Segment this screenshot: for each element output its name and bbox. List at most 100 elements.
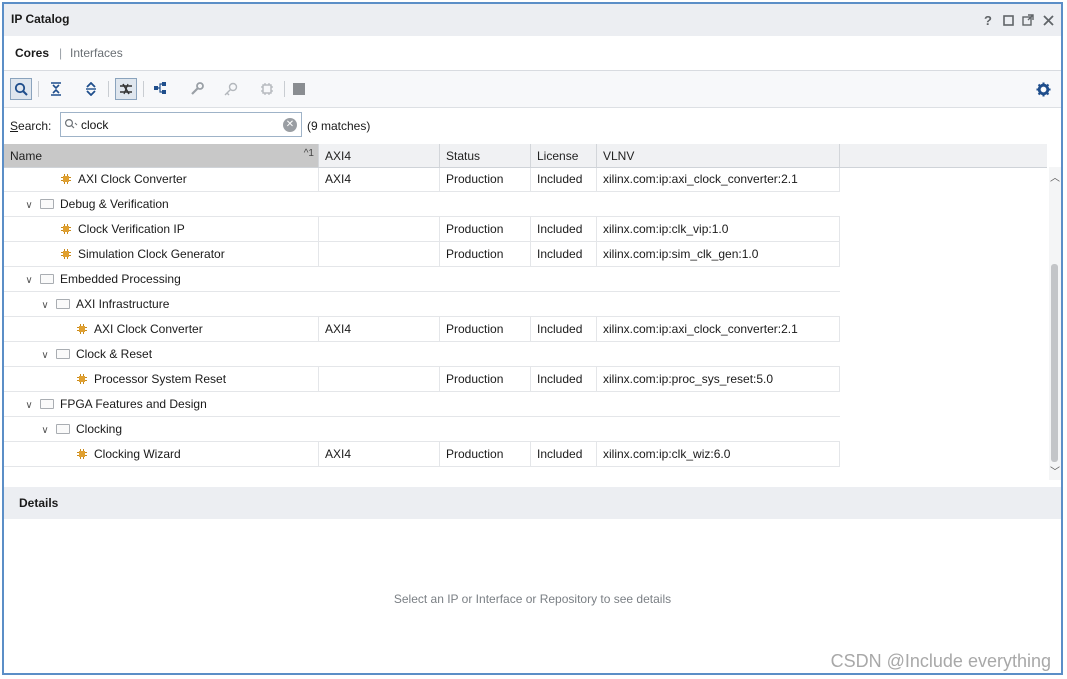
chevron-down-icon[interactable]: ∨ — [22, 193, 36, 216]
category-row[interactable]: ∨ Clock & Reset — [4, 341, 840, 367]
license-cell: Included — [531, 166, 597, 191]
search-row: Search: ✕ (9 matches) — [4, 108, 1061, 144]
vertical-scrollbar[interactable]: ︿ ﹀ — [1049, 167, 1061, 480]
name-cell: ∨ Embedded Processing — [4, 266, 840, 291]
name-cell: Simulation Clock Generator — [4, 241, 319, 266]
ip-name: AXI Clock Converter — [94, 322, 203, 336]
folder-icon — [56, 349, 70, 359]
interface-cell: AXI4 — [319, 316, 440, 341]
status-cell: Production — [440, 241, 531, 266]
restore-icon[interactable] — [1001, 13, 1015, 27]
filter-icon[interactable] — [115, 78, 137, 100]
scroll-up-icon[interactable]: ︿ — [1050, 169, 1060, 184]
customize-icon[interactable] — [186, 78, 208, 100]
category-label: Debug & Verification — [60, 197, 169, 211]
watermark: CSDN @Include everything — [830, 651, 1051, 671]
column-header-interface[interactable]: AXI4 — [319, 144, 440, 167]
table-row[interactable]: Clock Verification IP Production Included x… — [4, 216, 840, 242]
tab-separator: | — [59, 46, 63, 60]
license-cell: Included — [531, 316, 597, 341]
vlnv-cell: xilinx.com:ip:axi_clock_converter:2.1 — [597, 166, 840, 191]
search-input[interactable] — [81, 116, 276, 133]
search-box[interactable]: ✕ — [60, 112, 302, 137]
help-icon[interactable]: ? — [981, 13, 995, 28]
table-row[interactable]: Simulation Clock Generator Production Incl… — [4, 241, 840, 267]
license-cell: Included — [531, 366, 597, 391]
ip-name: Processor System Reset — [94, 372, 227, 386]
category-row[interactable]: ∨ AXI Infrastructure — [4, 291, 840, 317]
category-label: AXI Infrastructure — [76, 297, 170, 311]
license-cell: Included — [531, 441, 597, 466]
category-row[interactable]: ∨ Debug & Verification — [4, 191, 840, 217]
table-row[interactable]: Processor System Reset Production Included… — [4, 366, 840, 392]
category-label: Clock & Reset — [76, 347, 153, 361]
folder-icon — [40, 399, 54, 409]
search-label: Search: — [10, 119, 52, 133]
clear-search-icon[interactable]: ✕ — [283, 118, 297, 132]
ip-name: Clock Verification IP — [78, 222, 185, 236]
ip-core-icon — [61, 249, 71, 259]
status-cell: Production — [440, 366, 531, 391]
ip-table: AXI Clock Converter AXI4 Production Include… — [4, 144, 1047, 480]
settings-gear-icon[interactable] — [1032, 78, 1054, 100]
interface-cell — [319, 216, 440, 241]
folder-icon — [40, 274, 54, 284]
table-row[interactable]: AXI Clock Converter AXI4 Production Include… — [4, 316, 840, 342]
tab-interfaces[interactable]: Interfaces — [70, 46, 123, 60]
license-cell: Included — [531, 216, 597, 241]
stop-icon[interactable] — [288, 78, 310, 100]
table-row[interactable]: AXI Clock Converter AXI4 Production Include… — [4, 166, 840, 192]
toolbar-divider — [143, 81, 144, 97]
column-header-vlnv[interactable]: VLNV — [597, 144, 840, 167]
license-cell: Included — [531, 241, 597, 266]
category-row[interactable]: ∨ Embedded Processing — [4, 266, 840, 292]
table-row[interactable]: Clocking Wizard AXI4 Production Included xil… — [4, 441, 840, 467]
tab-cores[interactable]: Cores — [15, 46, 49, 60]
sort-indicator: ^1 — [303, 148, 314, 159]
chevron-down-icon[interactable]: ∨ — [38, 343, 52, 366]
status-cell: Production — [440, 316, 531, 341]
interface-cell — [319, 241, 440, 266]
chevron-down-icon[interactable]: ∨ — [22, 393, 36, 416]
toolbar-divider — [38, 81, 39, 97]
category-row[interactable]: ∨ FPGA Features and Design — [4, 391, 840, 417]
close-icon[interactable] — [1041, 13, 1055, 27]
chevron-down-icon[interactable]: ∨ — [22, 268, 36, 291]
float-icon[interactable] — [1021, 13, 1035, 27]
ip-core-icon — [77, 324, 87, 334]
name-cell: Clocking Wizard — [4, 441, 319, 466]
name-cell: ∨ Clock & Reset — [4, 341, 840, 366]
ip-name: Clocking Wizard — [94, 447, 181, 461]
expand-all-icon[interactable] — [80, 78, 102, 100]
ip-core-icon — [77, 449, 87, 459]
name-cell: Clock Verification IP — [4, 216, 319, 241]
ip-settings-icon[interactable] — [256, 78, 278, 100]
chevron-down-icon[interactable]: ∨ — [38, 418, 52, 441]
search-icon[interactable] — [10, 78, 32, 100]
column-header-name[interactable]: Name ^1 — [4, 144, 319, 167]
name-cell: ∨ FPGA Features and Design — [4, 391, 840, 416]
name-cell: ∨ Debug & Verification — [4, 191, 840, 216]
column-header-license[interactable]: License — [531, 144, 597, 167]
scroll-down-icon[interactable]: ﹀ — [1050, 463, 1060, 478]
folder-icon — [56, 424, 70, 434]
collapse-all-icon[interactable] — [45, 78, 67, 100]
hierarchy-icon[interactable] — [150, 78, 172, 100]
license-key-icon[interactable] — [220, 78, 242, 100]
scrollbar-thumb[interactable] — [1051, 264, 1058, 462]
vlnv-cell: xilinx.com:ip:proc_sys_reset:5.0 — [597, 366, 840, 391]
name-cell: ∨ AXI Infrastructure — [4, 291, 840, 316]
details-placeholder: Select an IP or Interface or Repository … — [393, 592, 672, 606]
status-cell: Production — [440, 441, 531, 466]
status-cell: Production — [440, 166, 531, 191]
toolbar-divider — [108, 81, 109, 97]
name-cell: AXI Clock Converter — [4, 316, 319, 341]
vlnv-cell: xilinx.com:ip:clk_wiz:6.0 — [597, 441, 840, 466]
chevron-down-icon[interactable]: ∨ — [38, 293, 52, 316]
window-controls: ? — [981, 13, 1055, 28]
category-row[interactable]: ∨ Clocking — [4, 416, 840, 442]
ip-name: Simulation Clock Generator — [78, 247, 225, 261]
column-header-status[interactable]: Status — [440, 144, 531, 167]
name-cell: Processor System Reset — [4, 366, 319, 391]
folder-icon — [40, 199, 54, 209]
